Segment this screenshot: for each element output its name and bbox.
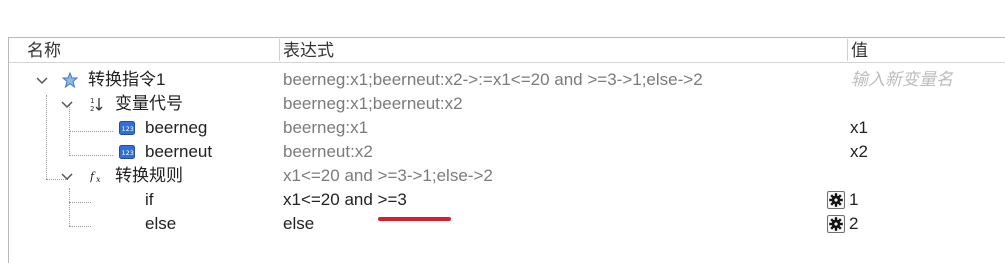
transform-tree-panel: 名称 表达式 值 转换指令1 beerneg:x1;beerneut:x2->:… [8, 37, 1005, 263]
expression-text[interactable]: x1<=20 and >=3 [283, 188, 407, 212]
chevron-down-icon[interactable] [34, 73, 50, 89]
value-text[interactable]: x1 [850, 116, 868, 140]
tree-line [69, 131, 113, 132]
gear-icon [829, 217, 843, 231]
tree-line [69, 188, 70, 226]
tree-line [69, 226, 91, 227]
expression-text: beerneg:x1 [283, 118, 369, 137]
column-header: 名称 表达式 值 [9, 38, 1005, 63]
settings-button[interactable] [827, 215, 845, 233]
variable-123-icon: 123 [119, 145, 135, 159]
tree-line [46, 95, 47, 179]
node-label: if [145, 190, 154, 209]
settings-button[interactable] [827, 191, 845, 209]
expression-text[interactable]: else [283, 212, 314, 236]
new-variable-name-input[interactable]: 输入新变量名 [851, 68, 953, 92]
function-fx-icon: f x [90, 170, 101, 184]
value-text[interactable]: x2 [850, 140, 868, 164]
variable-123-icon: 123 [119, 121, 135, 135]
node-label: beerneut [145, 142, 213, 161]
column-expression-header[interactable]: 表达式 [279, 38, 849, 62]
tree-line [69, 202, 91, 203]
svg-text:1: 1 [90, 97, 94, 105]
column-name-header[interactable]: 名称 [23, 38, 279, 62]
svg-text:x: x [96, 175, 101, 184]
number-sort-icon: 1 2 [90, 97, 103, 112]
value-text[interactable]: 2 [849, 212, 858, 236]
node-label: beerneg [145, 118, 208, 137]
chevron-down-icon[interactable] [59, 169, 75, 185]
expression-text: x1<=20 and >=3->1;else->2 [283, 166, 493, 185]
value-text[interactable]: 1 [849, 188, 858, 212]
node-label: 转换指令1 [88, 70, 166, 89]
star-icon [62, 72, 78, 88]
column-value-header[interactable]: 值 [847, 38, 997, 62]
svg-text:2: 2 [90, 105, 94, 112]
expression-text: beerneg:x1;beerneut:x2->:=x1<=20 and >=3… [283, 70, 703, 89]
node-label: 转换规则 [115, 166, 183, 185]
node-label: 变量代号 [115, 94, 183, 113]
tree-line [69, 155, 113, 156]
svg-text:123: 123 [122, 125, 134, 133]
svg-text:123: 123 [122, 149, 134, 157]
gear-icon [829, 193, 843, 207]
chevron-down-icon[interactable] [59, 97, 75, 113]
expression-text: beerneut:x2 [283, 142, 373, 161]
expression-text: beerneg:x1;beerneut:x2 [283, 94, 463, 113]
red-underline-annotation [378, 217, 451, 221]
node-label: else [145, 214, 177, 233]
